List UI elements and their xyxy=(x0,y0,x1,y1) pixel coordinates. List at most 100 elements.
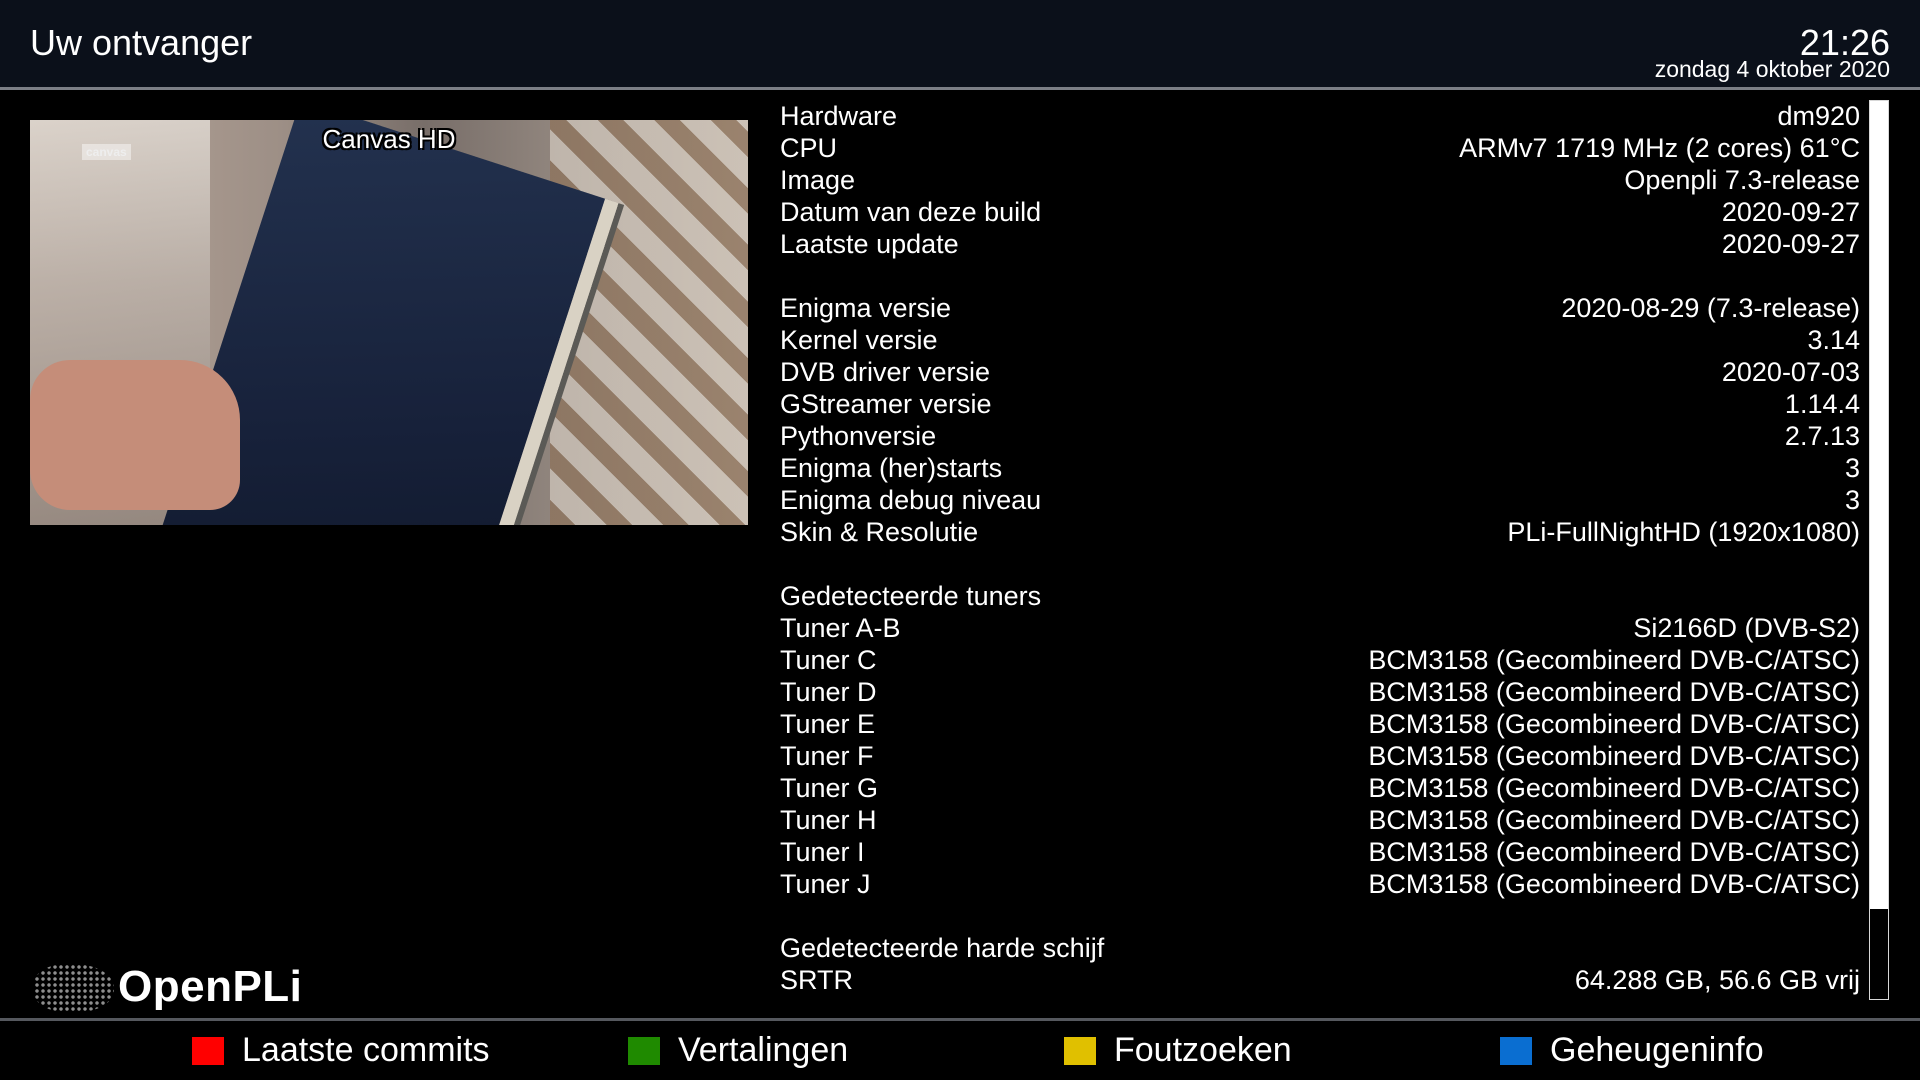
info-value: ARMv7 1719 MHz (2 cores) 61°C xyxy=(1459,133,1860,163)
info-label: Tuner D xyxy=(780,677,877,707)
info-value: BCM3158 (Gecombineerd DVB-C/ATSC) xyxy=(1368,645,1860,675)
info-row: Tuner J BCM3158 (Gecombineerd DVB-C/ATSC) xyxy=(780,868,1860,900)
info-row: DVB driver versie 2020-07-03 xyxy=(780,356,1860,388)
info-value: BCM3158 (Gecombineerd DVB-C/ATSC) xyxy=(1368,805,1860,835)
channel-name: Canvas HD xyxy=(322,124,456,154)
info-row: Tuner G BCM3158 (Gecombineerd DVB-C/ATSC) xyxy=(780,772,1860,804)
red-button[interactable]: Laatste commits xyxy=(192,1021,490,1080)
receiver-info-list: Hardware dm920 CPU ARMv7 1719 MHz (2 cores… xyxy=(780,100,1860,996)
info-value: Openpli 7.3-release xyxy=(1624,165,1860,195)
info-row: Image Openpli 7.3-release xyxy=(780,164,1860,196)
info-label: Gedetecteerde tuners xyxy=(780,581,1042,611)
info-label: Tuner A-B xyxy=(780,613,901,643)
info-label: SRTR xyxy=(780,965,854,995)
world-map-icon xyxy=(34,964,114,1012)
red-key-icon xyxy=(192,1036,224,1065)
info-label: Image xyxy=(780,165,856,195)
info-row: Tuner D BCM3158 (Gecombineerd DVB-C/ATSC) xyxy=(780,676,1860,708)
info-row: Enigma versie 2020-08-29 (7.3-release) xyxy=(780,292,1860,324)
red-button-label: Laatste commits xyxy=(242,1031,490,1069)
info-value: 3 xyxy=(1844,453,1860,483)
info-label: Datum van deze build xyxy=(780,197,1042,227)
info-value: BCM3158 (Gecombineerd DVB-C/ATSC) xyxy=(1368,869,1860,899)
header-bar: Uw ontvanger 21:26 zondag 4 oktober 2020 xyxy=(0,0,1920,88)
info-label: CPU xyxy=(780,133,838,163)
info-value: 64.288 GB, 56.6 GB vrij xyxy=(1574,965,1860,995)
color-button-bar: Laatste commits Vertalingen Foutzoeken G… xyxy=(0,1021,1920,1080)
info-value: PLi-FullNightHD (1920x1080) xyxy=(1507,517,1860,547)
info-value: dm920 xyxy=(1777,101,1860,131)
info-row: Tuner H BCM3158 (Gecombineerd DVB-C/ATSC) xyxy=(780,804,1860,836)
info-value: BCM3158 (Gecombineerd DVB-C/ATSC) xyxy=(1368,677,1860,707)
info-label: Tuner G xyxy=(780,773,879,803)
info-label: Skin & Resolutie xyxy=(780,517,979,547)
info-label: Tuner E xyxy=(780,709,876,739)
info-value: 1.14.4 xyxy=(1784,389,1860,419)
video-preview: canvas Canvas HD xyxy=(30,120,748,525)
info-label: Hardware xyxy=(780,101,898,131)
info-row: Laatste update 2020-09-27 xyxy=(780,228,1860,260)
info-value: 3.14 xyxy=(1807,325,1860,355)
clock-date: zondag 4 oktober 2020 xyxy=(1654,56,1890,82)
info-label: Enigma (her)starts xyxy=(780,453,1003,483)
info-label: Pythonversie xyxy=(780,421,937,451)
info-label: Tuner J xyxy=(780,869,871,899)
header-divider xyxy=(0,87,1920,90)
info-value: 2020-09-27 xyxy=(1721,229,1860,259)
info-row: Enigma (her)starts 3 xyxy=(780,452,1860,484)
green-key-icon xyxy=(628,1036,660,1065)
green-button-label: Vertalingen xyxy=(678,1031,849,1069)
info-label: Enigma versie xyxy=(780,293,952,323)
info-value: Si2166D (DVB-S2) xyxy=(1633,613,1860,643)
info-row: Kernel versie 3.14 xyxy=(780,324,1860,356)
info-value: BCM3158 (Gecombineerd DVB-C/ATSC) xyxy=(1368,741,1860,771)
info-row: Tuner A-B Si2166D (DVB-S2) xyxy=(780,612,1860,644)
section-heading-harddisk: Gedetecteerde harde schijf xyxy=(780,932,1860,964)
info-row: Enigma debug niveau 3 xyxy=(780,484,1860,516)
info-label: Gedetecteerde harde schijf xyxy=(780,933,1105,963)
info-label: Tuner H xyxy=(780,805,877,835)
info-label: Kernel versie xyxy=(780,325,938,355)
video-hand xyxy=(30,360,240,510)
info-label: Tuner F xyxy=(780,741,874,771)
info-label: Laatste update xyxy=(780,229,959,259)
section-heading-tuners: Gedetecteerde tuners xyxy=(780,580,1860,612)
info-row: Tuner C BCM3158 (Gecombineerd DVB-C/ATSC) xyxy=(780,644,1860,676)
info-value: BCM3158 (Gecombineerd DVB-C/ATSC) xyxy=(1368,709,1860,739)
info-label: Enigma debug niveau xyxy=(780,485,1042,515)
screen-title: Uw ontvanger xyxy=(30,22,253,63)
info-label: DVB driver versie xyxy=(780,357,991,387)
scrollbar-thumb[interactable] xyxy=(1870,101,1888,909)
info-row: GStreamer versie 1.14.4 xyxy=(780,388,1860,420)
info-row: Skin & Resolutie PLi-FullNightHD (1920x10… xyxy=(780,516,1860,548)
yellow-button-label: Foutzoeken xyxy=(1114,1031,1292,1069)
yellow-key-icon xyxy=(1064,1036,1096,1065)
green-button[interactable]: Vertalingen xyxy=(628,1021,848,1080)
info-label: Tuner I xyxy=(780,837,865,867)
list-scrollbar[interactable] xyxy=(1869,100,1889,1000)
blue-button[interactable]: Geheugeninfo xyxy=(1500,1021,1764,1080)
info-row: Tuner I BCM3158 (Gecombineerd DVB-C/ATSC) xyxy=(780,836,1860,868)
info-row: Datum van deze build 2020-09-27 xyxy=(780,196,1860,228)
info-value: 2020-07-03 xyxy=(1721,357,1860,387)
info-value: 2020-09-27 xyxy=(1721,197,1860,227)
info-row: Tuner E BCM3158 (Gecombineerd DVB-C/ATSC) xyxy=(780,708,1860,740)
info-row: CPU ARMv7 1719 MHz (2 cores) 61°C xyxy=(780,132,1860,164)
blue-key-icon xyxy=(1500,1036,1532,1065)
info-label: Tuner C xyxy=(780,645,877,675)
info-value: 3 xyxy=(1844,485,1860,515)
info-row: Hardware dm920 xyxy=(780,100,1860,132)
video-lattice xyxy=(550,120,748,525)
logo-text: OpenPLi xyxy=(118,962,303,1011)
info-label: GStreamer versie xyxy=(780,389,992,419)
info-row: Pythonversie 2.7.13 xyxy=(780,420,1860,452)
info-value: BCM3158 (Gecombineerd DVB-C/ATSC) xyxy=(1368,773,1860,803)
blue-button-label: Geheugeninfo xyxy=(1550,1031,1764,1069)
info-row: SRTR 64.288 GB, 56.6 GB vrij xyxy=(780,964,1860,996)
info-value: 2.7.13 xyxy=(1784,421,1860,451)
yellow-button[interactable]: Foutzoeken xyxy=(1064,1021,1292,1080)
info-value: 2020-08-29 (7.3-release) xyxy=(1561,293,1860,323)
